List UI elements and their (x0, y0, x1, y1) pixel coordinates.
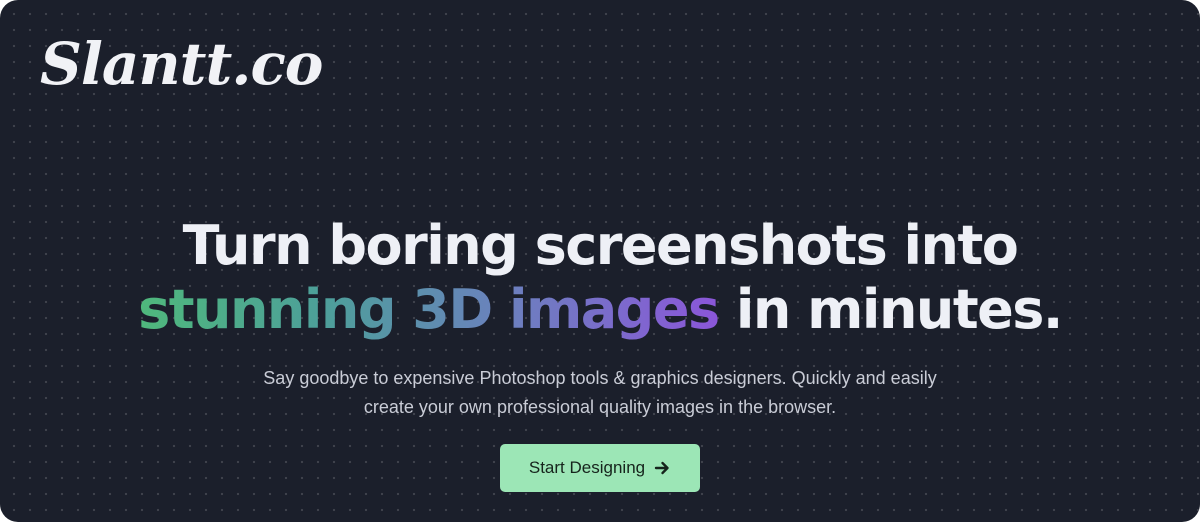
hero-subtitle: Say goodbye to expensive Photoshop tools… (263, 368, 937, 417)
start-designing-button[interactable]: Start Designing (500, 444, 700, 492)
start-designing-label: Start Designing (528, 458, 646, 477)
hero-headline: Turn boring screenshots into stunning 3D… (0, 214, 1200, 342)
arrow-right-icon (653, 459, 671, 477)
headline-line-2: stunning 3D images in minutes. (0, 278, 1200, 342)
headline-gradient-text: stunning 3D images (138, 278, 720, 341)
brand-logo[interactable]: Slantt.co (40, 30, 323, 100)
headline-line-1: Turn boring screenshots into (182, 214, 1019, 277)
headline-rest-text: in minutes. (718, 278, 1064, 341)
hero-card: Slantt.co Turn boring screenshots into s… (0, 0, 1200, 522)
